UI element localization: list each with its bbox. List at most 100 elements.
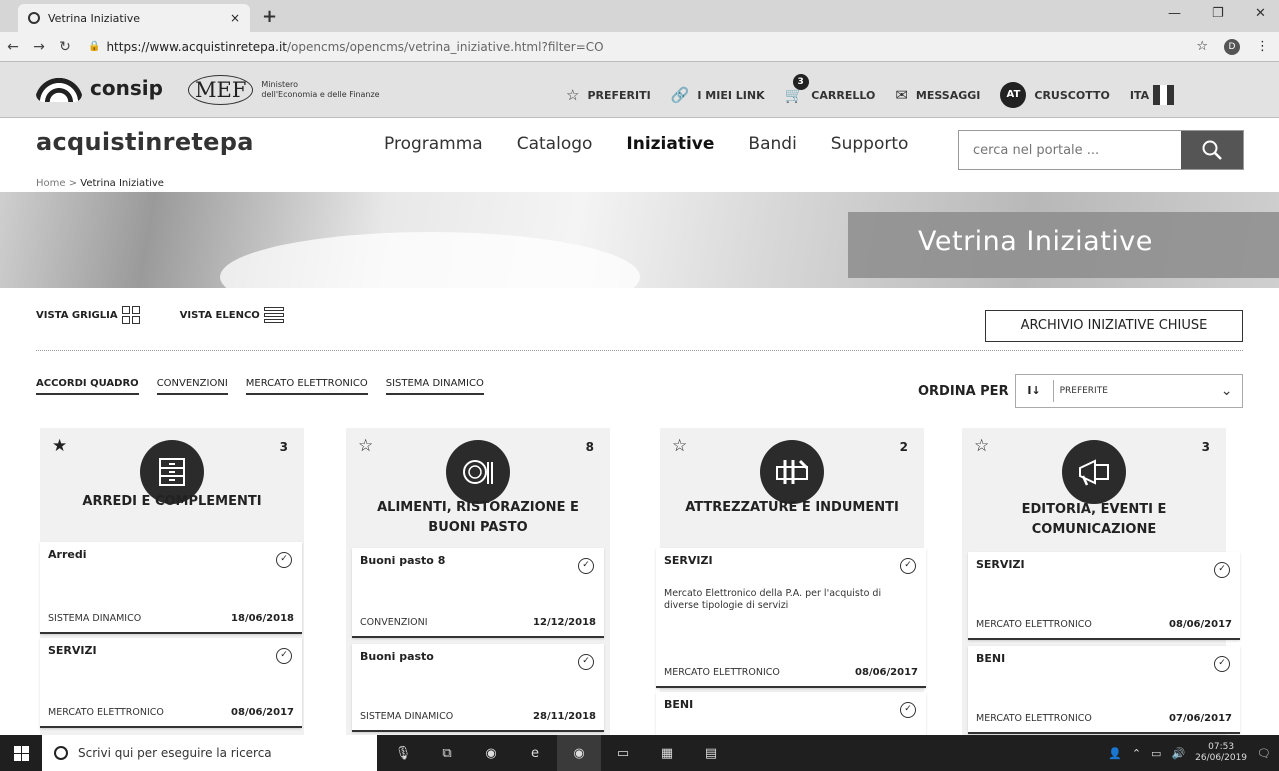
nav-iniziative[interactable]: Iniziative	[626, 134, 714, 154]
calculator-icon[interactable]: ▦	[645, 735, 689, 771]
category-alimenti-ristorazione-buoni-pasto[interactable]: ☆ 8 ALIMENTI, RISTORAZIONE E BUONI PASTO…	[346, 428, 610, 743]
favorite-star-icon[interactable]: ★	[52, 436, 67, 456]
card-title: SERVIZI	[664, 554, 713, 567]
carrello-link[interactable]: 3 🛒 CARRELLO	[785, 74, 875, 104]
filter-tabs: ACCORDI QUADRO CONVENZIONI MERCATO ELETT…	[36, 378, 502, 395]
mef-logo[interactable]: MEF Ministero dell'Economia e delle Fina…	[188, 75, 380, 105]
card-type: MERCATO ELETTRONICO	[976, 619, 1092, 630]
breadcrumb-current: Vetrina Iniziative	[80, 178, 164, 189]
people-icon[interactable]: 👤	[1108, 747, 1122, 760]
breadcrumb-home[interactable]: Home	[36, 178, 66, 189]
filter-sistema-dinamico[interactable]: SISTEMA DINAMICO	[385, 378, 484, 395]
flag-stripe	[1167, 85, 1175, 105]
sort-select[interactable]: I↓ PREFERITE ⌄	[1014, 374, 1243, 408]
browser-menu-icon[interactable]: ⋮	[1256, 39, 1269, 55]
edge-icon[interactable]: e	[513, 735, 557, 771]
chrome-icon[interactable]: ◉	[469, 735, 513, 771]
favorite-star-icon[interactable]: ☆	[974, 436, 989, 456]
close-window-icon[interactable]: ✕	[1255, 6, 1266, 21]
check-icon: ✓	[900, 558, 916, 574]
category-attrezzature-e-indumenti[interactable]: ☆ 2 ATTREZZATURE E INDUMENTI SERVIZI ✓ M…	[656, 428, 926, 743]
card-date: 12/12/2018	[533, 617, 596, 628]
vista-griglia-button[interactable]: VISTA GRIGLIA	[36, 306, 140, 324]
chevron-up-icon[interactable]: ⌃	[1132, 747, 1141, 760]
cart-count-badge: 3	[792, 74, 809, 90]
cruscotto-link[interactable]: AT CRUSCOTTO	[1000, 82, 1110, 108]
cruscotto-label: CRUSCOTTO	[1034, 88, 1110, 102]
nav-bandi[interactable]: Bandi	[748, 134, 796, 154]
address-bar: ← → ↻ 🔒 https://www.acquistinretepa.it /…	[0, 32, 1279, 62]
messaggi-link[interactable]: ✉ MESSAGGI	[895, 86, 980, 104]
taskbar-search[interactable]: Scrivi qui per eseguire la ricerca	[42, 735, 377, 771]
maximize-icon[interactable]: ❐	[1212, 6, 1224, 21]
reload-icon[interactable]: ↻	[52, 39, 78, 55]
consip-logo-icon	[36, 74, 82, 102]
file-explorer-icon[interactable]: ▭	[601, 735, 645, 771]
filter-convenzioni[interactable]: CONVENZIONI	[156, 378, 228, 395]
check-icon: ✓	[276, 552, 292, 568]
favorite-star-icon[interactable]: ☆	[358, 436, 373, 456]
preferiti-link[interactable]: ☆ PREFERITI	[566, 86, 651, 104]
site-favicon-icon	[28, 12, 40, 24]
url-host: https://www.acquistinretepa.it	[106, 39, 287, 54]
task-view-icon[interactable]: ⧉	[425, 735, 469, 771]
category-editoria-eventi-comunicazione[interactable]: ☆ 3 EDITORIA, EVENTI E COMUNICAZIONE SER…	[962, 428, 1240, 743]
notifications-icon[interactable]: 🗨	[1257, 747, 1271, 760]
initiative-card[interactable]: SERVIZI ✓ MERCATO ELETTRONICO 08/06/2017	[40, 638, 302, 728]
card-date: 07/06/2017	[1169, 713, 1232, 724]
chrome-active-icon[interactable]: ◉	[557, 735, 601, 771]
search-button[interactable]	[1181, 131, 1243, 169]
network-icon[interactable]: ▭	[1151, 747, 1161, 760]
url-field[interactable]: 🔒 https://www.acquistinretepa.it /opencm…	[88, 40, 604, 54]
nav-supporto[interactable]: Supporto	[831, 134, 909, 154]
minimize-icon[interactable]: —	[1168, 6, 1181, 21]
new-tab-button[interactable]: +	[262, 6, 277, 27]
card-title: BENI	[664, 698, 694, 711]
filter-mercato-elettronico[interactable]: MERCATO ELETTRONICO	[245, 378, 368, 395]
miei-link-link[interactable]: 🔗 I MIEI LINK	[671, 86, 765, 104]
browser-tab[interactable]: Vetrina Iniziative ×	[18, 4, 250, 32]
card-type: MERCATO ELETTRONICO	[48, 707, 164, 718]
favorite-star-icon[interactable]: ☆	[672, 436, 687, 456]
consip-name: consip	[90, 76, 163, 100]
profile-avatar[interactable]: D	[1224, 39, 1240, 55]
initiative-card[interactable]: Buoni pasto 8 ✓ CONVENZIONI 12/12/2018	[352, 548, 604, 638]
hero-banner: Vetrina Iniziative	[0, 192, 1279, 288]
excel-icon[interactable]: ▤	[689, 735, 733, 771]
nav-catalogo[interactable]: Catalogo	[517, 134, 593, 154]
back-icon[interactable]: ←	[0, 39, 26, 55]
card-title: Buoni pasto 8	[360, 554, 446, 567]
bookmark-star-icon[interactable]: ☆	[1196, 39, 1208, 55]
initiative-card[interactable]: Buoni pasto ✓ SISTEMA DINAMICO 28/11/201…	[352, 644, 604, 732]
food-icon	[446, 440, 510, 504]
initiative-card[interactable]: Arredi ✓ SISTEMA DINAMICO 18/06/2018	[40, 542, 302, 634]
category-name: ALIMENTI, RISTORAZIONE E BUONI PASTO	[377, 500, 579, 535]
envelope-icon: ✉	[895, 86, 908, 104]
initiative-card[interactable]: SERVIZI ✓ Mercato Elettronico della P.A.…	[656, 548, 926, 688]
check-icon: ✓	[578, 558, 594, 574]
taskbar-search-text: Scrivi qui per eseguire la ricerca	[78, 746, 272, 760]
search-input[interactable]	[959, 131, 1181, 169]
card-type: SISTEMA DINAMICO	[360, 711, 454, 722]
windows-taskbar: Scrivi qui per eseguire la ricerca 🎙 ⧉ ◉…	[0, 735, 1279, 771]
language-selector[interactable]: ITA	[1130, 85, 1175, 105]
tab-close-icon[interactable]: ×	[230, 11, 240, 25]
filter-accordi-quadro[interactable]: ACCORDI QUADRO	[36, 378, 139, 395]
sort-order-icon[interactable]: I↓	[1016, 380, 1054, 402]
initiative-card[interactable]: SERVIZI ✓ MERCATO ELETTRONICO 08/06/2017	[968, 552, 1240, 640]
vista-elenco-button[interactable]: VISTA ELENCO	[180, 307, 284, 323]
microphone-icon[interactable]: 🎙	[381, 735, 425, 771]
category-arredi-e-complementi[interactable]: ★ 3 ARREDI E COMPLEMENTI Arredi ✓ SISTEM…	[40, 428, 304, 743]
forward-icon[interactable]: →	[26, 39, 52, 55]
consip-logo[interactable]: consip	[36, 74, 163, 102]
site-brand[interactable]: acquistinretepa	[36, 128, 254, 156]
start-button[interactable]	[0, 745, 42, 761]
clock[interactable]: 07:53 26/06/2019	[1195, 742, 1247, 764]
archivio-iniziative-chiuse-button[interactable]: ARCHIVIO INIZIATIVE CHIUSE	[985, 310, 1243, 342]
volume-icon[interactable]: 🔊	[1171, 747, 1185, 760]
initiative-count: 3	[1201, 440, 1210, 454]
nav-programma[interactable]: Programma	[384, 134, 483, 154]
card-date: 18/06/2018	[231, 613, 294, 624]
flag-stripe	[1160, 85, 1168, 105]
initiative-card[interactable]: BENI ✓ MERCATO ELETTRONICO 07/06/2017	[968, 646, 1240, 734]
